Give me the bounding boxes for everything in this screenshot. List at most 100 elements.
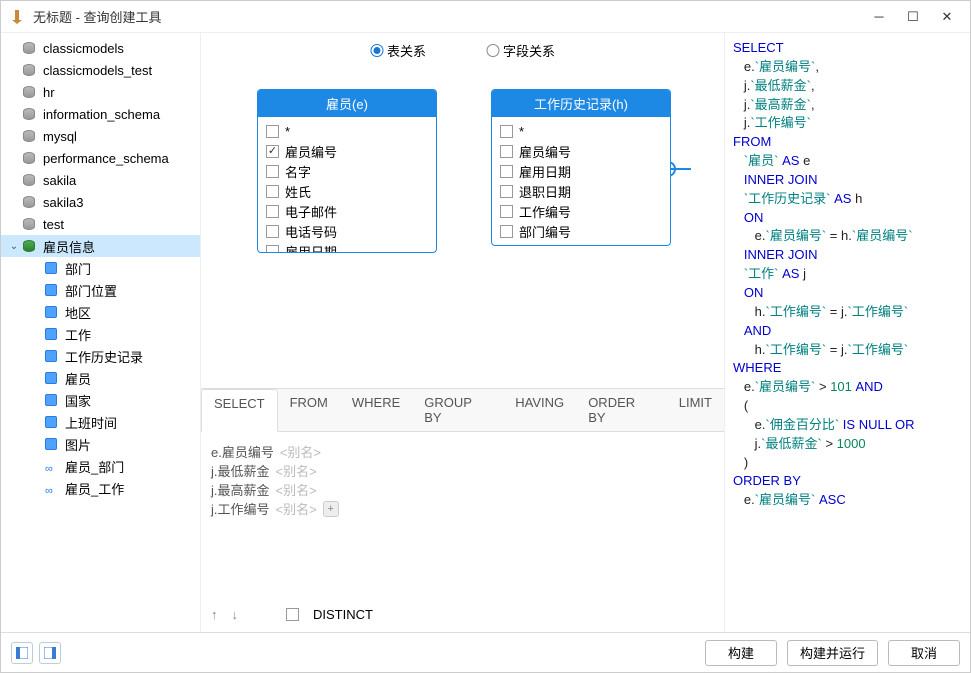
db-item[interactable]: test bbox=[1, 213, 200, 235]
select-tab-body: e.雇员编号<别名>j.最低薪金<别名>j.最高薪金<别名>j.工作编号<别名>… bbox=[201, 432, 724, 632]
field-row[interactable]: 电话号码 bbox=[266, 221, 428, 241]
db-item[interactable]: sakila bbox=[1, 169, 200, 191]
select-bottom-row: ↑ ↓ DISTINCT bbox=[211, 601, 714, 628]
field-row[interactable]: 姓氏 bbox=[266, 181, 428, 201]
table-item[interactable]: 雇员_部门 bbox=[1, 455, 200, 477]
field-label: 雇用日期 bbox=[285, 242, 337, 253]
field-label: 姓氏 bbox=[285, 182, 311, 201]
field-label: * bbox=[519, 124, 524, 139]
field-row[interactable]: * bbox=[266, 121, 428, 141]
select-column-row[interactable]: e.雇员编号<别名> bbox=[211, 442, 714, 461]
field-label: * bbox=[285, 124, 290, 139]
radio-relation[interactable]: 表关系 bbox=[370, 41, 426, 60]
center-pane: 表关系 字段关系 雇员(e)*雇员编号名字姓氏电子邮件电话号码雇用日期工作历史记… bbox=[201, 33, 725, 632]
table-icon bbox=[45, 416, 57, 428]
field-label: 电子邮件 bbox=[285, 202, 337, 221]
select-column-row[interactable]: j.工作编号<别名>+ bbox=[211, 499, 714, 518]
entity-header[interactable]: 雇员(e) bbox=[258, 90, 436, 117]
link-table-icon bbox=[45, 482, 57, 494]
field-checkbox[interactable] bbox=[500, 225, 513, 238]
select-column-row[interactable]: j.最低薪金<别名> bbox=[211, 461, 714, 480]
field-label: 雇员编号 bbox=[519, 142, 571, 161]
move-down-button[interactable]: ↓ bbox=[232, 607, 239, 622]
tab-from[interactable]: FROM bbox=[278, 389, 340, 431]
field-checkbox[interactable] bbox=[266, 145, 279, 158]
tab-select[interactable]: SELECT bbox=[201, 389, 278, 432]
table-item[interactable]: 上班时间 bbox=[1, 411, 200, 433]
table-item[interactable]: 图片 bbox=[1, 433, 200, 455]
field-row[interactable]: * bbox=[500, 121, 662, 141]
panel-left-icon[interactable] bbox=[11, 642, 33, 664]
close-button[interactable]: ✕ bbox=[940, 10, 954, 24]
table-item[interactable]: 地区 bbox=[1, 301, 200, 323]
db-item[interactable]: information_schema bbox=[1, 103, 200, 125]
table-item[interactable]: 工作历史记录 bbox=[1, 345, 200, 367]
field-checkbox[interactable] bbox=[500, 125, 513, 138]
radio-field-relation[interactable]: 字段关系 bbox=[486, 41, 555, 60]
field-checkbox[interactable] bbox=[266, 245, 279, 253]
select-column-row[interactable]: j.最高薪金<别名> bbox=[211, 480, 714, 499]
main-area: classicmodelsclassicmodels_testhrinforma… bbox=[1, 33, 970, 632]
tab-limit[interactable]: LIMIT bbox=[667, 389, 724, 431]
app-icon bbox=[9, 9, 25, 25]
build-button[interactable]: 构建 bbox=[705, 640, 777, 666]
field-checkbox[interactable] bbox=[500, 165, 513, 178]
distinct-label: DISTINCT bbox=[313, 607, 373, 622]
move-up-button[interactable]: ↑ bbox=[211, 607, 218, 622]
db-item[interactable]: classicmodels_test bbox=[1, 59, 200, 81]
titlebar: 无标题 - 查询创建工具 ─ ☐ ✕ bbox=[1, 1, 970, 33]
field-row[interactable]: 部门编号 bbox=[500, 221, 662, 241]
minimize-button[interactable]: ─ bbox=[872, 10, 886, 24]
field-row[interactable]: 电子邮件 bbox=[266, 201, 428, 221]
db-item[interactable]: classicmodels bbox=[1, 37, 200, 59]
table-item[interactable]: 部门 bbox=[1, 257, 200, 279]
entity-header[interactable]: 工作历史记录(h) bbox=[492, 90, 670, 117]
table-item[interactable]: 工作 bbox=[1, 323, 200, 345]
field-checkbox[interactable] bbox=[266, 205, 279, 218]
table-icon bbox=[45, 284, 57, 296]
field-checkbox[interactable] bbox=[266, 225, 279, 238]
cancel-button[interactable]: 取消 bbox=[888, 640, 960, 666]
field-checkbox[interactable] bbox=[266, 165, 279, 178]
tab-where[interactable]: WHERE bbox=[340, 389, 412, 431]
field-label: 雇用日期 bbox=[519, 162, 571, 181]
field-checkbox[interactable] bbox=[266, 125, 279, 138]
field-checkbox[interactable] bbox=[500, 205, 513, 218]
tab-order-by[interactable]: ORDER BY bbox=[576, 389, 667, 431]
db-item[interactable]: mysql bbox=[1, 125, 200, 147]
field-row[interactable]: 工作编号 bbox=[500, 201, 662, 221]
field-row[interactable]: 雇员编号 bbox=[500, 141, 662, 161]
field-checkbox[interactable] bbox=[500, 185, 513, 198]
entity-e[interactable]: 雇员(e) * 雇员编号名字姓氏电子邮件电话号码雇用日期 bbox=[257, 89, 437, 253]
db-item[interactable]: performance_schema bbox=[1, 147, 200, 169]
add-column-button[interactable]: + bbox=[323, 501, 339, 517]
field-label: 退职日期 bbox=[519, 182, 571, 201]
build-run-button[interactable]: 构建并运行 bbox=[787, 640, 878, 666]
table-icon bbox=[45, 328, 57, 340]
tab-having[interactable]: HAVING bbox=[503, 389, 576, 431]
distinct-checkbox[interactable] bbox=[286, 608, 299, 621]
entity-h[interactable]: 工作历史记录(h) * 雇员编号雇用日期退职日期工作编号部门编号 bbox=[491, 89, 671, 246]
table-item[interactable]: 国家 bbox=[1, 389, 200, 411]
db-item[interactable]: ⌄雇员信息 bbox=[1, 235, 200, 257]
table-icon bbox=[45, 306, 57, 318]
field-checkbox[interactable] bbox=[266, 185, 279, 198]
field-row[interactable]: 雇员编号 bbox=[266, 141, 428, 161]
db-item[interactable]: sakila3 bbox=[1, 191, 200, 213]
relation-mode-radios: 表关系 字段关系 bbox=[370, 41, 555, 60]
diagram-canvas[interactable]: 表关系 字段关系 雇员(e)*雇员编号名字姓氏电子邮件电话号码雇用日期工作历史记… bbox=[201, 33, 724, 388]
db-item[interactable]: hr bbox=[1, 81, 200, 103]
table-item[interactable]: 雇员 bbox=[1, 367, 200, 389]
table-item[interactable]: 雇员_工作 bbox=[1, 477, 200, 499]
tab-group-by[interactable]: GROUP BY bbox=[412, 389, 503, 431]
field-row[interactable]: 名字 bbox=[266, 161, 428, 181]
field-row[interactable]: 雇用日期 bbox=[500, 161, 662, 181]
table-item[interactable]: 部门位置 bbox=[1, 279, 200, 301]
field-row[interactable]: 雇用日期 bbox=[266, 241, 428, 252]
field-label: 电话号码 bbox=[285, 222, 337, 241]
maximize-button[interactable]: ☐ bbox=[906, 10, 920, 24]
field-row[interactable]: 退职日期 bbox=[500, 181, 662, 201]
panel-right-icon[interactable] bbox=[39, 642, 61, 664]
table-icon bbox=[45, 262, 57, 274]
field-checkbox[interactable] bbox=[500, 145, 513, 158]
